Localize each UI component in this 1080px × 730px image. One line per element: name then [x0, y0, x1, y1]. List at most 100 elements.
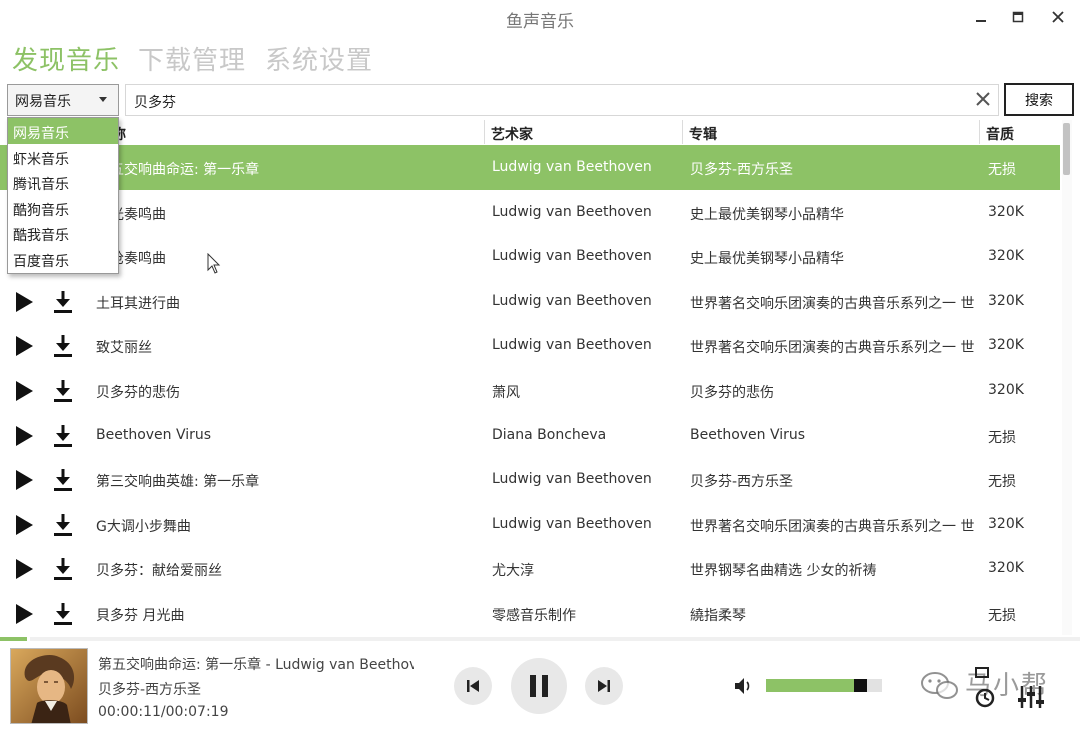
song-row[interactable]: 贝多芬的悲伤 萧风 贝多芬的悲伤 320K — [0, 368, 1060, 413]
close-icon — [1052, 11, 1064, 23]
play-button[interactable] — [14, 603, 34, 625]
song-quality: 320K — [988, 382, 1024, 398]
play-icon — [16, 336, 33, 357]
source-option[interactable]: 百度音乐 — [8, 246, 118, 272]
song-artist: Ludwig van Beethoven — [492, 515, 652, 532]
song-artist: Ludwig van Beethoven — [492, 203, 652, 220]
song-quality: 无损 — [988, 162, 1016, 178]
play-button[interactable] — [14, 291, 34, 313]
source-option[interactable]: 酷狗音乐 — [8, 195, 118, 221]
song-quality: 320K — [988, 515, 1024, 532]
download-button[interactable] — [52, 290, 74, 314]
tab-download-manager[interactable]: 下载管理 — [138, 40, 246, 77]
close-button[interactable] — [1047, 6, 1069, 28]
song-quality: 320K — [988, 292, 1024, 309]
song-row[interactable]: 月光奏鸣曲 Ludwig van Beethoven 史上最优美钢琴小品精华 320K — [0, 190, 1060, 235]
sleep-timer-button[interactable] — [968, 660, 1002, 716]
source-option[interactable]: 网易音乐 — [8, 118, 118, 144]
song-album: 世界钢琴名曲精选 少女的祈祷 — [690, 563, 877, 580]
song-row[interactable]: 土耳其进行曲 Ludwig van Beethoven 世界著名交响乐团演奏的古典音… — [0, 279, 1060, 324]
song-row[interactable]: 致艾丽丝 Ludwig van Beethoven 世界著名交响乐团演奏的古典音乐系… — [0, 323, 1060, 368]
play-button[interactable] — [14, 514, 34, 536]
chevron-down-icon — [99, 97, 107, 102]
song-quality: 320K — [988, 560, 1024, 577]
download-button[interactable] — [52, 602, 74, 626]
play-button[interactable] — [14, 380, 34, 402]
maximize-button[interactable] — [1007, 6, 1029, 28]
song-title: G大调小步舞曲 — [96, 518, 191, 535]
song-artist: 零感音乐制作 — [492, 608, 576, 624]
play-button[interactable] — [14, 425, 34, 447]
source-option[interactable]: 腾讯音乐 — [8, 169, 118, 195]
song-row[interactable]: 第三交响曲英雄: 第一乐章 Ludwig van Beethoven 贝多芬-西方乐… — [0, 457, 1060, 502]
playback-progress-track[interactable] — [30, 637, 1080, 641]
column-header-artist[interactable]: 艺术家 — [484, 120, 684, 144]
song-album: 世界著名交响乐团演奏的古典音乐系列之一 世 — [690, 340, 974, 357]
play-button[interactable] — [14, 335, 34, 357]
song-quality: 无损 — [988, 474, 1016, 491]
scrollbar-thumb[interactable] — [1063, 123, 1070, 175]
tab-discover-music[interactable]: 发现音乐 — [12, 40, 120, 77]
download-button[interactable] — [52, 424, 74, 448]
download-button[interactable] — [52, 513, 74, 537]
scrollbar-track[interactable] — [1062, 120, 1072, 635]
song-row[interactable]: 第五交响曲命运: 第一乐章 Ludwig van Beethoven 贝多芬-西方乐… — [0, 145, 1060, 190]
column-header-album[interactable]: 专辑 — [682, 120, 978, 144]
song-album: 世界著名交响乐团演奏的古典音乐系列之一 世 — [690, 518, 974, 535]
play-button[interactable] — [14, 469, 34, 491]
song-album: 贝多芬的悲伤 — [690, 385, 774, 401]
equalizer-icon — [1018, 686, 1044, 708]
playback-progress-fill — [0, 637, 27, 641]
song-artist: 尤大淳 — [492, 563, 534, 580]
column-header-quality[interactable]: 音质 — [979, 120, 1059, 144]
song-title: 悲怆奏鸣曲 — [96, 251, 166, 268]
mouse-cursor-icon — [207, 253, 221, 274]
now-playing-album: 贝多芬-西方乐圣 — [98, 682, 202, 698]
song-album: 繞指柔琴 — [690, 608, 746, 624]
download-button[interactable] — [52, 379, 74, 403]
download-button[interactable] — [52, 468, 74, 492]
next-button[interactable] — [585, 667, 623, 705]
song-row[interactable]: 悲怆奏鸣曲 Ludwig van Beethoven 史上最优美钢琴小品精华 320K — [0, 234, 1060, 279]
song-row[interactable]: Beethoven Virus Diana Boncheva Beethoven V… — [0, 413, 1060, 458]
song-row[interactable]: G大调小步舞曲 Ludwig van Beethoven 世界著名交响乐团演奏的古典… — [0, 502, 1060, 547]
source-option[interactable]: 虾米音乐 — [8, 144, 118, 170]
clear-icon — [976, 92, 990, 106]
music-source-value: 网易音乐 — [15, 94, 71, 110]
download-button[interactable] — [52, 557, 74, 581]
previous-icon — [467, 680, 479, 692]
download-icon — [54, 469, 72, 492]
pause-button[interactable] — [511, 658, 567, 714]
equalizer-button[interactable] — [1014, 660, 1048, 716]
play-icon — [16, 559, 33, 580]
song-album: 史上最优美钢琴小品精华 — [690, 206, 844, 223]
search-button[interactable]: 搜索 — [1004, 83, 1074, 116]
song-quality: 320K — [988, 203, 1024, 220]
song-row[interactable]: 貝多芬 月光曲 零感音乐制作 繞指柔琴 无损 — [0, 591, 1060, 636]
song-album: 史上最优美钢琴小品精华 — [690, 251, 844, 268]
play-icon — [16, 381, 33, 401]
volume-icon[interactable] — [733, 676, 755, 696]
music-source-select[interactable]: 网易音乐 — [7, 84, 119, 116]
play-button[interactable] — [14, 558, 34, 580]
music-source-dropdown: 网易音乐 虾米音乐 腾讯音乐 酷狗音乐 酷我音乐 百度音乐 — [7, 117, 119, 274]
clear-search-button[interactable] — [972, 88, 996, 112]
column-header-title[interactable]: 名称 — [92, 120, 482, 144]
download-button[interactable] — [52, 334, 74, 358]
song-title: 贝多芬：献给爱丽丝 — [96, 563, 222, 580]
search-input[interactable]: 贝多芬 — [125, 84, 999, 116]
minimize-button[interactable] — [970, 6, 992, 28]
volume-slider-handle[interactable] — [854, 679, 867, 692]
download-icon — [54, 380, 72, 402]
source-option[interactable]: 酷我音乐 — [8, 220, 118, 246]
album-cover — [10, 648, 88, 724]
play-icon — [16, 604, 33, 624]
song-artist: 萧风 — [492, 385, 520, 401]
previous-button[interactable] — [454, 667, 492, 705]
song-row[interactable]: 贝多芬：献给爱丽丝 尤大淳 世界钢琴名曲精选 少女的祈祷 320K — [0, 546, 1060, 591]
play-icon — [16, 470, 33, 491]
tab-system-settings[interactable]: 系统设置 — [265, 40, 373, 77]
song-title: 贝多芬的悲伤 — [96, 385, 180, 401]
song-artist: Diana Boncheva — [492, 426, 607, 443]
minimize-icon — [976, 20, 986, 22]
